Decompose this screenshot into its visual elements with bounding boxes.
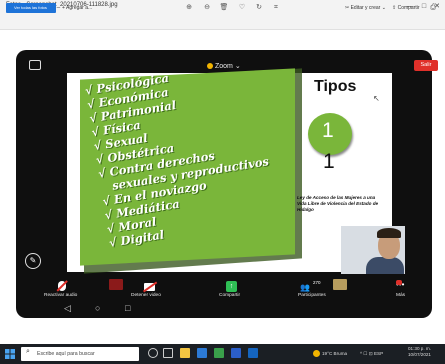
participants-button[interactable]: Participantes (298, 293, 326, 298)
windows-start-icon[interactable] (5, 349, 15, 359)
zoom-out-icon[interactable]: ⊖ (202, 3, 212, 13)
stop-video-button[interactable]: Detener video (131, 293, 161, 298)
weather-widget[interactable]: 19°C Bruma (322, 351, 347, 356)
more-button[interactable]: Más (396, 293, 405, 298)
photos-app-icon[interactable] (248, 348, 258, 358)
edit-and-create-button[interactable]: ✂ Editar y crear ⌄ (345, 3, 386, 13)
print-icon[interactable]: ⎙ (428, 3, 438, 13)
edge-icon[interactable] (197, 348, 207, 358)
unmute-audio-button[interactable]: Reactivar audio (44, 293, 77, 298)
exit-meeting-button[interactable]: Salir (414, 60, 438, 71)
heart-icon[interactable]: ♡ (237, 3, 247, 13)
annotate-pencil-icon[interactable]: ✎ (25, 253, 41, 269)
task-view-icon[interactable] (163, 348, 173, 358)
notification-badge (396, 280, 402, 285)
android-home-icon[interactable]: ○ (95, 303, 100, 313)
taskbar-search-placeholder: Escribe aquí para buscar (37, 351, 95, 357)
share-screen-button[interactable]: Compartir (219, 293, 240, 298)
mouse-cursor-icon: ↖ (373, 94, 380, 103)
violence-types-list: √ Psicológica √ Económica √ Patrimonial √ F… (84, 57, 279, 250)
android-recents-icon[interactable]: □ (125, 303, 130, 313)
search-icon: ⌕ (26, 348, 30, 355)
share-screen-icon[interactable]: ↑ (226, 281, 237, 292)
taskbar-clock[interactable]: 01:30 p. m. 10/07/2021 (408, 346, 431, 358)
store-icon[interactable] (231, 348, 241, 358)
system-tray[interactable]: ^ ☐ ⊡ ESP (360, 351, 383, 357)
cortana-icon[interactable] (148, 348, 158, 358)
slide-heading: Tipos (314, 78, 357, 95)
android-back-icon[interactable]: ◁ (64, 303, 71, 314)
view-all-photos-button[interactable]: Ver todas las fotos (6, 3, 56, 13)
share-button[interactable]: ⇪ Compartir (392, 3, 420, 13)
law-caption: Ley de Acceso de las Mujeres a una Vida … (297, 195, 379, 212)
add-to-button[interactable]: + Agregar a... (62, 3, 92, 13)
weather-icon (313, 350, 320, 357)
delete-icon[interactable]: 🗑 (219, 3, 229, 13)
speaker-hair (377, 228, 401, 238)
participants-icon[interactable]: 👥 (300, 283, 310, 292)
speaker-body (366, 257, 404, 274)
institution-logo (109, 279, 123, 290)
switch-camera-icon[interactable] (29, 60, 41, 70)
slide-number: 1 (323, 150, 335, 173)
clock-date: 10/07/2021 (408, 352, 431, 357)
state-seal-logo (333, 279, 347, 290)
chrome-icon[interactable] (214, 348, 224, 358)
share-label: Compartir (397, 5, 420, 11)
zoom-in-icon[interactable]: ⊕ (184, 3, 194, 13)
photos-toolbar (0, 14, 445, 30)
crop-icon[interactable]: ⌗ (271, 3, 281, 13)
participants-count: 270 (313, 280, 321, 285)
file-explorer-icon[interactable] (180, 348, 190, 358)
circle-number: 1 (322, 119, 334, 142)
rotate-icon[interactable]: ↻ (254, 3, 264, 13)
edit-label: Editar y crear (350, 5, 381, 11)
